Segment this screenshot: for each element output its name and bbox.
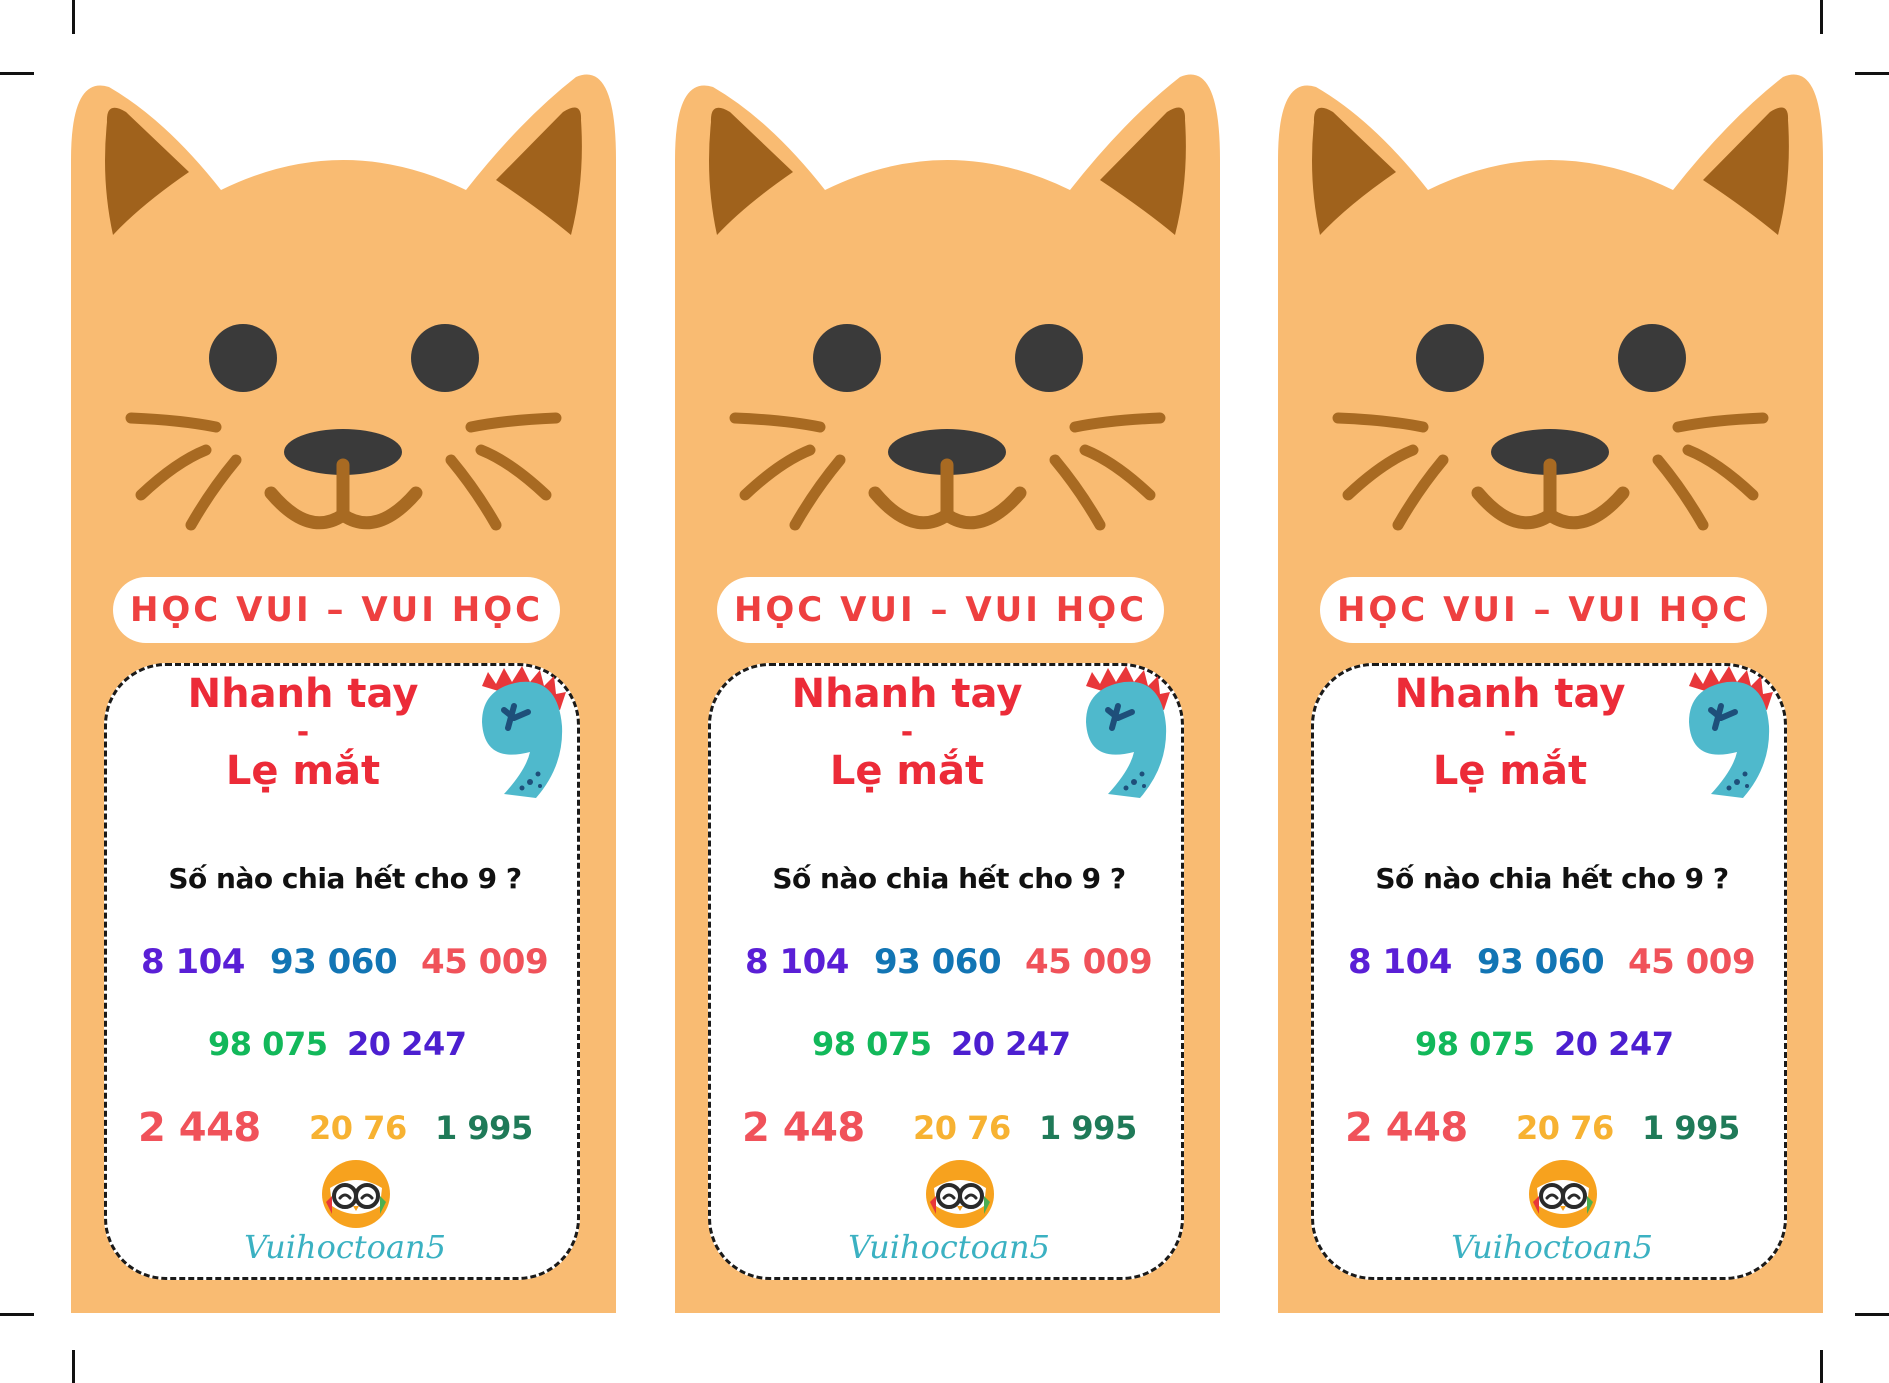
quiz-panel: Nhanh tay - Lẹ mắt Số nào chia hết cho 9… [708, 663, 1184, 1280]
number-option[interactable]: 45 009 [1025, 942, 1153, 982]
bookmark-card: HỌC VUI – VUI HỌC Nhanh tay - Lẹ mắt Số … [675, 60, 1220, 1313]
bookmark-card: HỌC VUI – VUI HỌC Nhanh tay - Lẹ mắt Số … [71, 60, 616, 1313]
crop-mark [72, 1350, 75, 1383]
number-option[interactable]: 1 995 [1039, 1109, 1137, 1147]
number-option[interactable]: 20 76 [309, 1109, 407, 1147]
question-text: Số nào chia hết cho 9 ? [1375, 862, 1729, 895]
number-option[interactable]: 2 448 [138, 1105, 261, 1151]
question-text: Số nào chia hết cho 9 ? [168, 862, 522, 895]
crop-mark [1820, 1350, 1823, 1383]
brand-name: Vuihoctoan5 [848, 1228, 1050, 1266]
number-option[interactable]: 93 060 [874, 942, 1002, 982]
brand-name: Vuihoctoan5 [244, 1228, 446, 1266]
cat-eye-right [1618, 324, 1686, 392]
banner-text: HỌC VUI – VUI HỌC [733, 590, 1148, 630]
dinosaur-nine-icon [1086, 666, 1170, 798]
crop-mark [1820, 0, 1823, 34]
crop-mark [1855, 72, 1889, 75]
number-option[interactable]: 98 075 [208, 1025, 328, 1063]
number-option[interactable]: 45 009 [421, 942, 549, 982]
title-line-2: Lẹ mắt [829, 748, 985, 794]
banner-text: HỌC VUI – VUI HỌC [1336, 590, 1751, 630]
number-option[interactable]: 1 995 [435, 1109, 533, 1147]
number-option[interactable]: 20 76 [1516, 1109, 1614, 1147]
banner-pill: HỌC VUI – VUI HỌC [1320, 577, 1767, 643]
cat-eye-left [1416, 324, 1484, 392]
number-option[interactable]: 98 075 [1415, 1025, 1535, 1063]
quiz-panel: Nhanh tay - Lẹ mắt Số nào chia hết cho 9… [1311, 663, 1787, 1280]
dinosaur-nine-icon [1689, 666, 1773, 798]
number-option[interactable]: 8 104 [745, 942, 849, 982]
number-option[interactable]: 2 448 [742, 1105, 865, 1151]
banner-pill: HỌC VUI – VUI HỌC [113, 577, 560, 643]
question-text: Số nào chia hết cho 9 ? [772, 862, 1126, 895]
crop-mark [0, 1313, 34, 1316]
cat-eye-left [209, 324, 277, 392]
number-option[interactable]: 45 009 [1628, 942, 1756, 982]
owl-logo-icon [322, 1160, 390, 1228]
number-option[interactable]: 20 76 [913, 1109, 1011, 1147]
title-line-2: Lẹ mắt [225, 748, 381, 794]
cat-eye-left [813, 324, 881, 392]
number-option[interactable]: 93 060 [1477, 942, 1605, 982]
number-option[interactable]: 20 247 [1554, 1025, 1674, 1063]
quiz-panel: Nhanh tay - Lẹ mắt Số nào chia hết cho 9… [104, 663, 580, 1280]
brand-name: Vuihoctoan5 [1451, 1228, 1653, 1266]
crop-mark [72, 0, 75, 34]
number-option[interactable]: 20 247 [951, 1025, 1071, 1063]
cat-eye-right [411, 324, 479, 392]
title-line-2: Lẹ mắt [1432, 748, 1588, 794]
number-option[interactable]: 8 104 [1348, 942, 1452, 982]
dinosaur-nine-icon [482, 666, 566, 798]
crop-mark [0, 72, 34, 75]
number-option[interactable]: 93 060 [270, 942, 398, 982]
number-option[interactable]: 1 995 [1642, 1109, 1740, 1147]
crop-mark [1855, 1313, 1889, 1316]
bookmark-card: HỌC VUI – VUI HỌC Nhanh tay - Lẹ mắt Số … [1278, 60, 1823, 1313]
number-option[interactable]: 8 104 [141, 942, 245, 982]
number-option[interactable]: 98 075 [812, 1025, 932, 1063]
number-option[interactable]: 20 247 [347, 1025, 467, 1063]
banner-pill: HỌC VUI – VUI HỌC [717, 577, 1164, 643]
owl-logo-icon [1529, 1160, 1597, 1228]
cat-eye-right [1015, 324, 1083, 392]
owl-logo-icon [926, 1160, 994, 1228]
number-option[interactable]: 2 448 [1345, 1105, 1468, 1151]
banner-text: HỌC VUI – VUI HỌC [129, 590, 544, 630]
